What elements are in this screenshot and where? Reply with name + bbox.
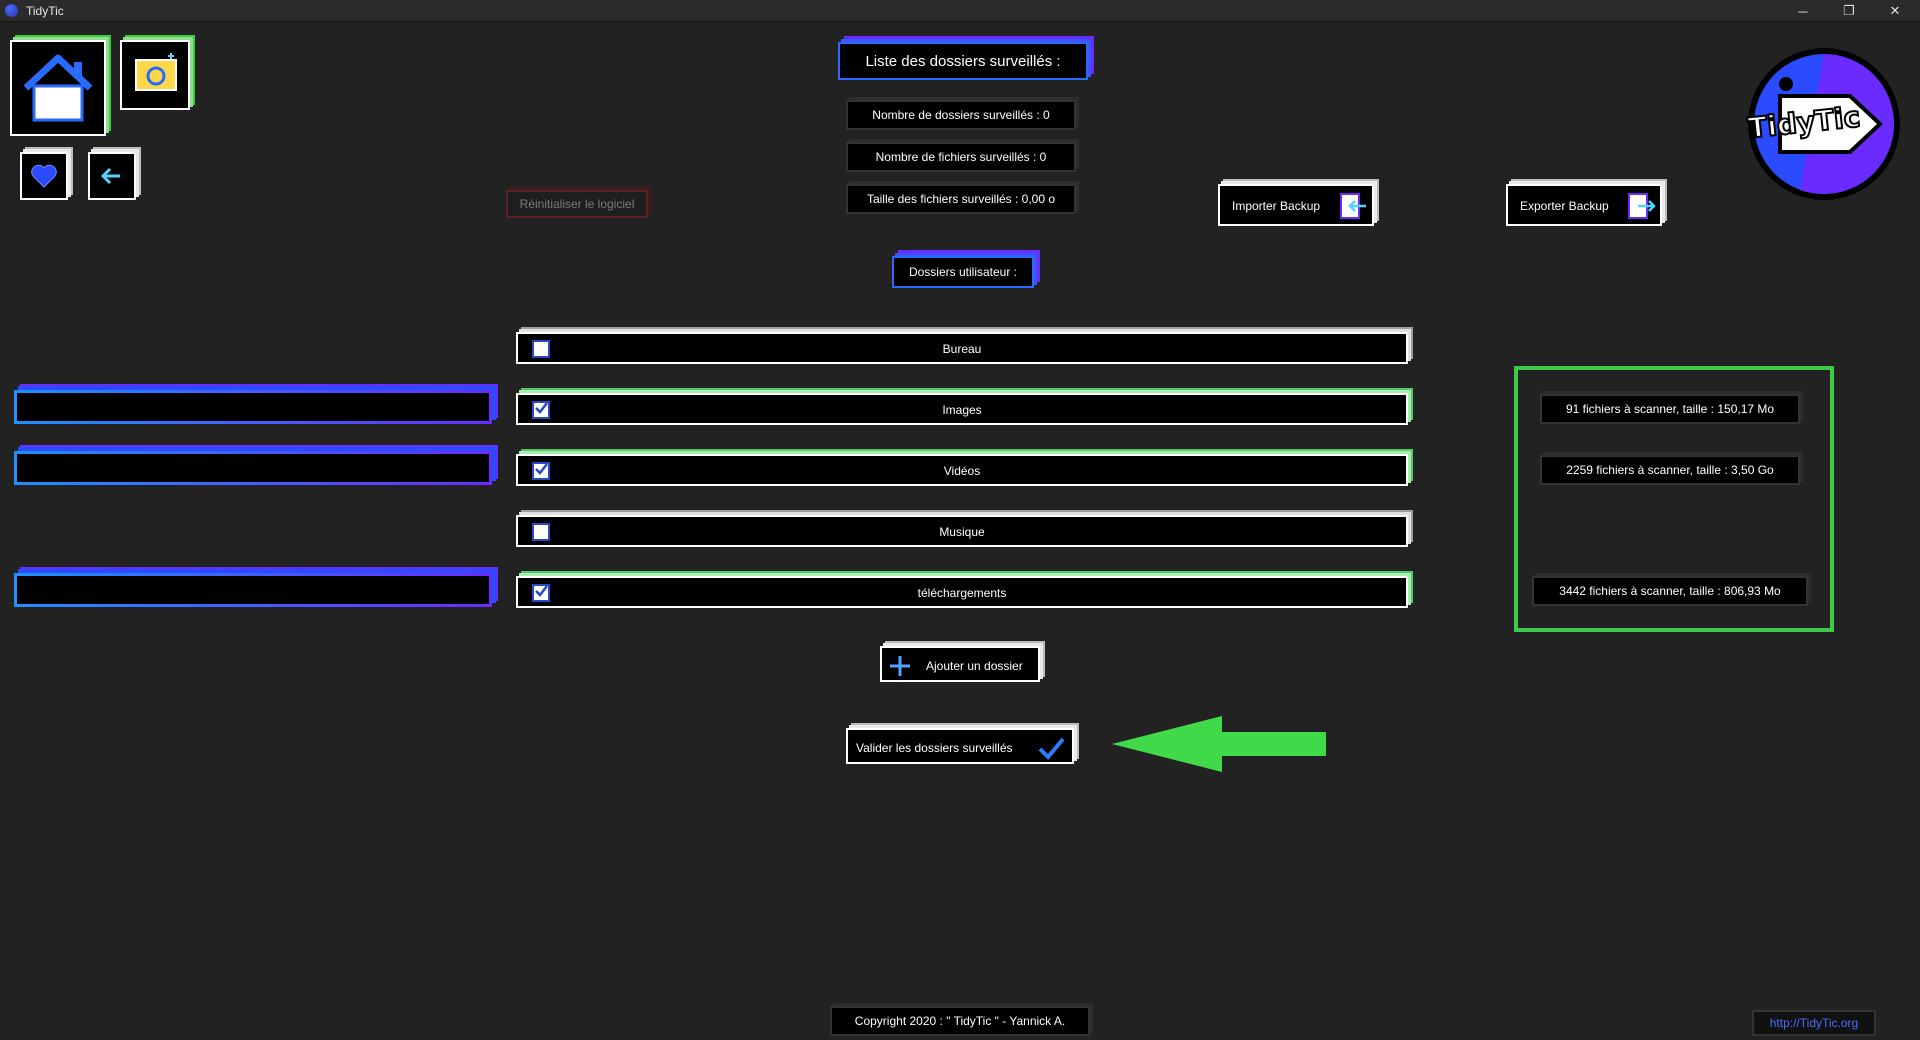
videos-path-bar: [14, 451, 492, 485]
scan-info-images: 91 fichiers à scanner, taille : 150,17 M…: [1540, 394, 1800, 424]
app-icon: [5, 4, 18, 17]
heart-icon: [31, 164, 57, 188]
file-size: Taille des fichiers surveillés : 0,00 o: [846, 184, 1076, 214]
user-folders-title: Dossiers utilisateur :: [892, 256, 1034, 288]
add-folder-label: Ajouter un dossier: [926, 659, 1023, 673]
copyright-notice: Copyright 2020 : " TidyTic " - Yannick A…: [830, 1006, 1090, 1036]
favorites-button[interactable]: [20, 152, 68, 200]
green-arrow-annotation: [1112, 716, 1326, 772]
user-folders-title-text: Dossiers utilisateur :: [908, 265, 1018, 279]
validate-button[interactable]: Valider les dossiers surveillés: [846, 728, 1074, 764]
scan-info-videos: 2259 fichiers à scanner, taille : 3,50 G…: [1540, 455, 1800, 485]
folder-row-bureau[interactable]: Bureau: [516, 332, 1408, 364]
home-button[interactable]: [10, 40, 106, 136]
folder-row-label: téléchargements: [917, 586, 1007, 600]
tidytic-logo: TidyTic: [1740, 40, 1902, 202]
page-title: Liste des dossiers surveillés :: [838, 42, 1088, 80]
folder-row-label: Images: [942, 403, 982, 417]
window-title: TidyTic: [26, 4, 64, 18]
page-title-text: Liste des dossiers surveillés :: [865, 52, 1061, 70]
folder-row-label: Musique: [939, 525, 985, 539]
file-count: Nombre de fichiers surveillés : 0: [846, 142, 1076, 172]
check-icon: [1038, 737, 1065, 760]
back-button[interactable]: [88, 152, 136, 200]
folder-row-musique[interactable]: Musique: [516, 515, 1408, 547]
scan-info-downloads: 3442 fichiers à scanner, taille : 806,93…: [1532, 576, 1808, 606]
import-icon: [1340, 193, 1366, 219]
title-bar: TidyTic ─ ❐ ✕: [0, 0, 1920, 22]
folder-refresh-icon: [135, 53, 177, 91]
import-backup-button[interactable]: Importer Backup: [1218, 184, 1374, 226]
maximize-button[interactable]: ❐: [1826, 0, 1872, 22]
images-path-bar: [14, 390, 492, 424]
folder-row-images[interactable]: Images: [516, 393, 1408, 425]
downloads-path-bar: [14, 573, 492, 607]
validate-label: Valider les dossiers surveillés: [856, 741, 1013, 755]
folder-row-telechargements[interactable]: téléchargements: [516, 576, 1408, 608]
add-folder-button[interactable]: Ajouter un dossier: [880, 646, 1040, 682]
plus-icon: [890, 656, 910, 676]
copyright-text: Copyright 2020 : " TidyTic " - Yannick A…: [854, 1014, 1066, 1028]
folder-row-label: Vidéos: [943, 464, 981, 478]
reset-button-label: Réinitialiser le logiciel: [519, 197, 635, 211]
folder-row-videos[interactable]: Vidéos: [516, 454, 1408, 486]
export-backup-label: Exporter Backup: [1520, 199, 1609, 213]
home-icon: [23, 54, 93, 122]
website-link[interactable]: http://TidyTic.org: [1752, 1010, 1876, 1036]
folder-row-label: Bureau: [942, 342, 982, 356]
export-icon: [1628, 193, 1656, 219]
export-backup-button[interactable]: Exporter Backup: [1506, 184, 1662, 226]
reset-button[interactable]: Réinitialiser le logiciel: [506, 190, 648, 218]
import-backup-label: Importer Backup: [1232, 199, 1321, 213]
folder-count: Nombre de dossiers surveillés : 0: [846, 100, 1076, 130]
close-button[interactable]: ✕: [1872, 0, 1918, 22]
website-link-text[interactable]: http://TidyTic.org: [1770, 1016, 1858, 1030]
folder-refresh-button[interactable]: [120, 40, 190, 110]
back-arrow-icon: [100, 167, 120, 185]
minimize-button[interactable]: ─: [1780, 0, 1826, 22]
